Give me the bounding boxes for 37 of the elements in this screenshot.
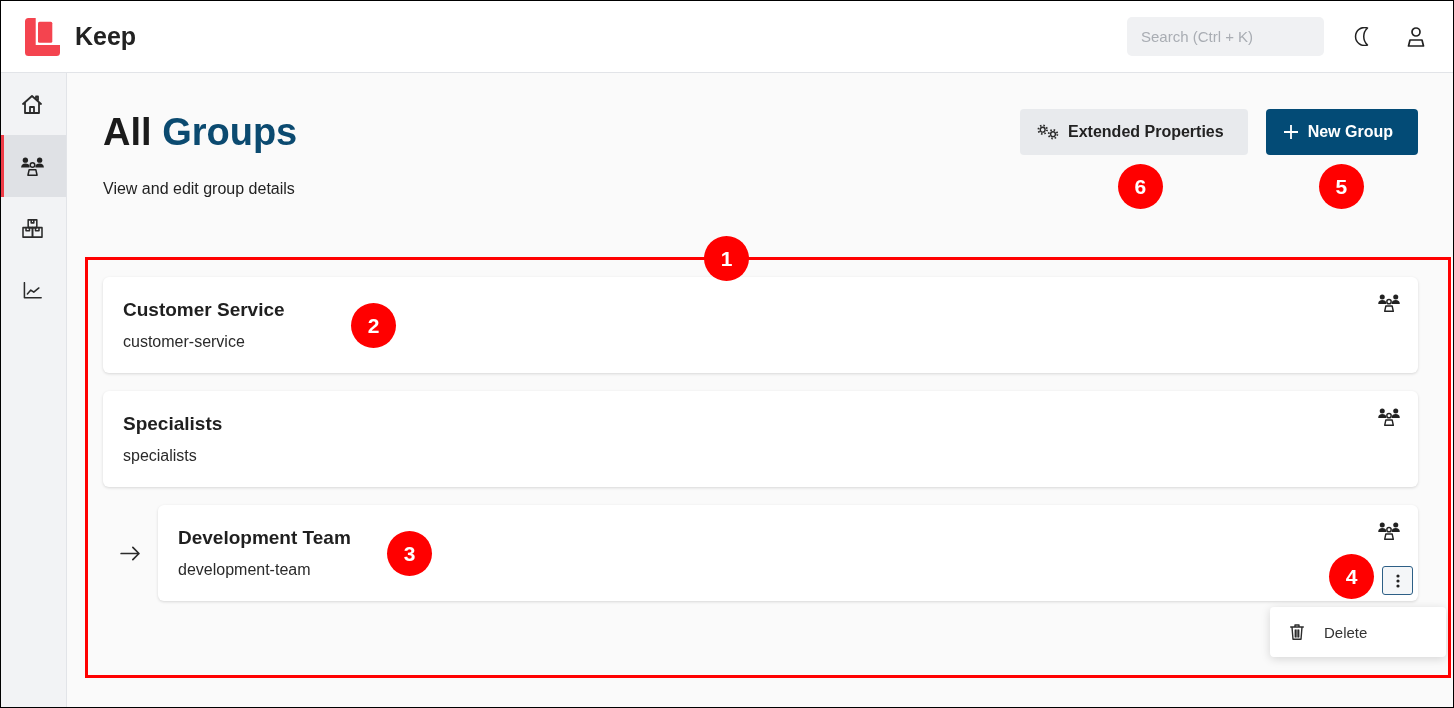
callout-marker: 2 <box>351 303 396 348</box>
logo-icon <box>25 17 60 56</box>
people-icon <box>20 156 44 176</box>
app-name: Keep <box>75 22 137 51</box>
new-group-button[interactable]: New Group <box>1265 109 1418 155</box>
boxes-icon <box>21 218 43 238</box>
properties-button[interactable]: Extended Properties <box>1020 109 1248 155</box>
group-name: Development Team <box>178 526 351 550</box>
menu-item[interactable]: Delete <box>1270 611 1446 653</box>
chart-icon <box>22 281 42 299</box>
search-field[interactable]: Search (Ctrl + K) <box>1127 17 1324 56</box>
people-icon <box>1378 522 1400 540</box>
page-title: All Groups <box>103 110 298 155</box>
kebab-icon <box>1395 573 1400 588</box>
callout-marker: 3 <box>387 531 432 576</box>
home-icon <box>22 94 42 114</box>
people-icon <box>1378 408 1400 426</box>
group-name: Specialists <box>123 412 223 436</box>
group-card[interactable]: Specialists specialists <box>103 391 1418 487</box>
group-slug: specialists <box>123 446 197 466</box>
people-icon <box>1378 294 1400 312</box>
gears-icon <box>1037 124 1060 140</box>
group-name: Customer Service <box>123 298 285 322</box>
callout-marker: 5 <box>1318 164 1364 209</box>
callout-marker: 6 <box>1117 164 1163 209</box>
moon-icon[interactable] <box>1354 27 1369 46</box>
callout-marker: 1 <box>704 236 749 281</box>
nav-item[interactable] <box>1 135 66 197</box>
more-options-button[interactable] <box>1382 566 1413 595</box>
page-subtitle: View and edit group details <box>103 179 296 199</box>
group-card[interactable]: Customer Service customer-service 2 <box>103 277 1418 373</box>
group-slug: customer-service <box>123 332 245 352</box>
user-icon[interactable] <box>1407 26 1425 47</box>
plus-icon <box>1283 125 1298 139</box>
arrow-right-icon <box>120 545 141 561</box>
trash-icon <box>1290 624 1304 640</box>
group-slug: development-team <box>178 560 311 580</box>
